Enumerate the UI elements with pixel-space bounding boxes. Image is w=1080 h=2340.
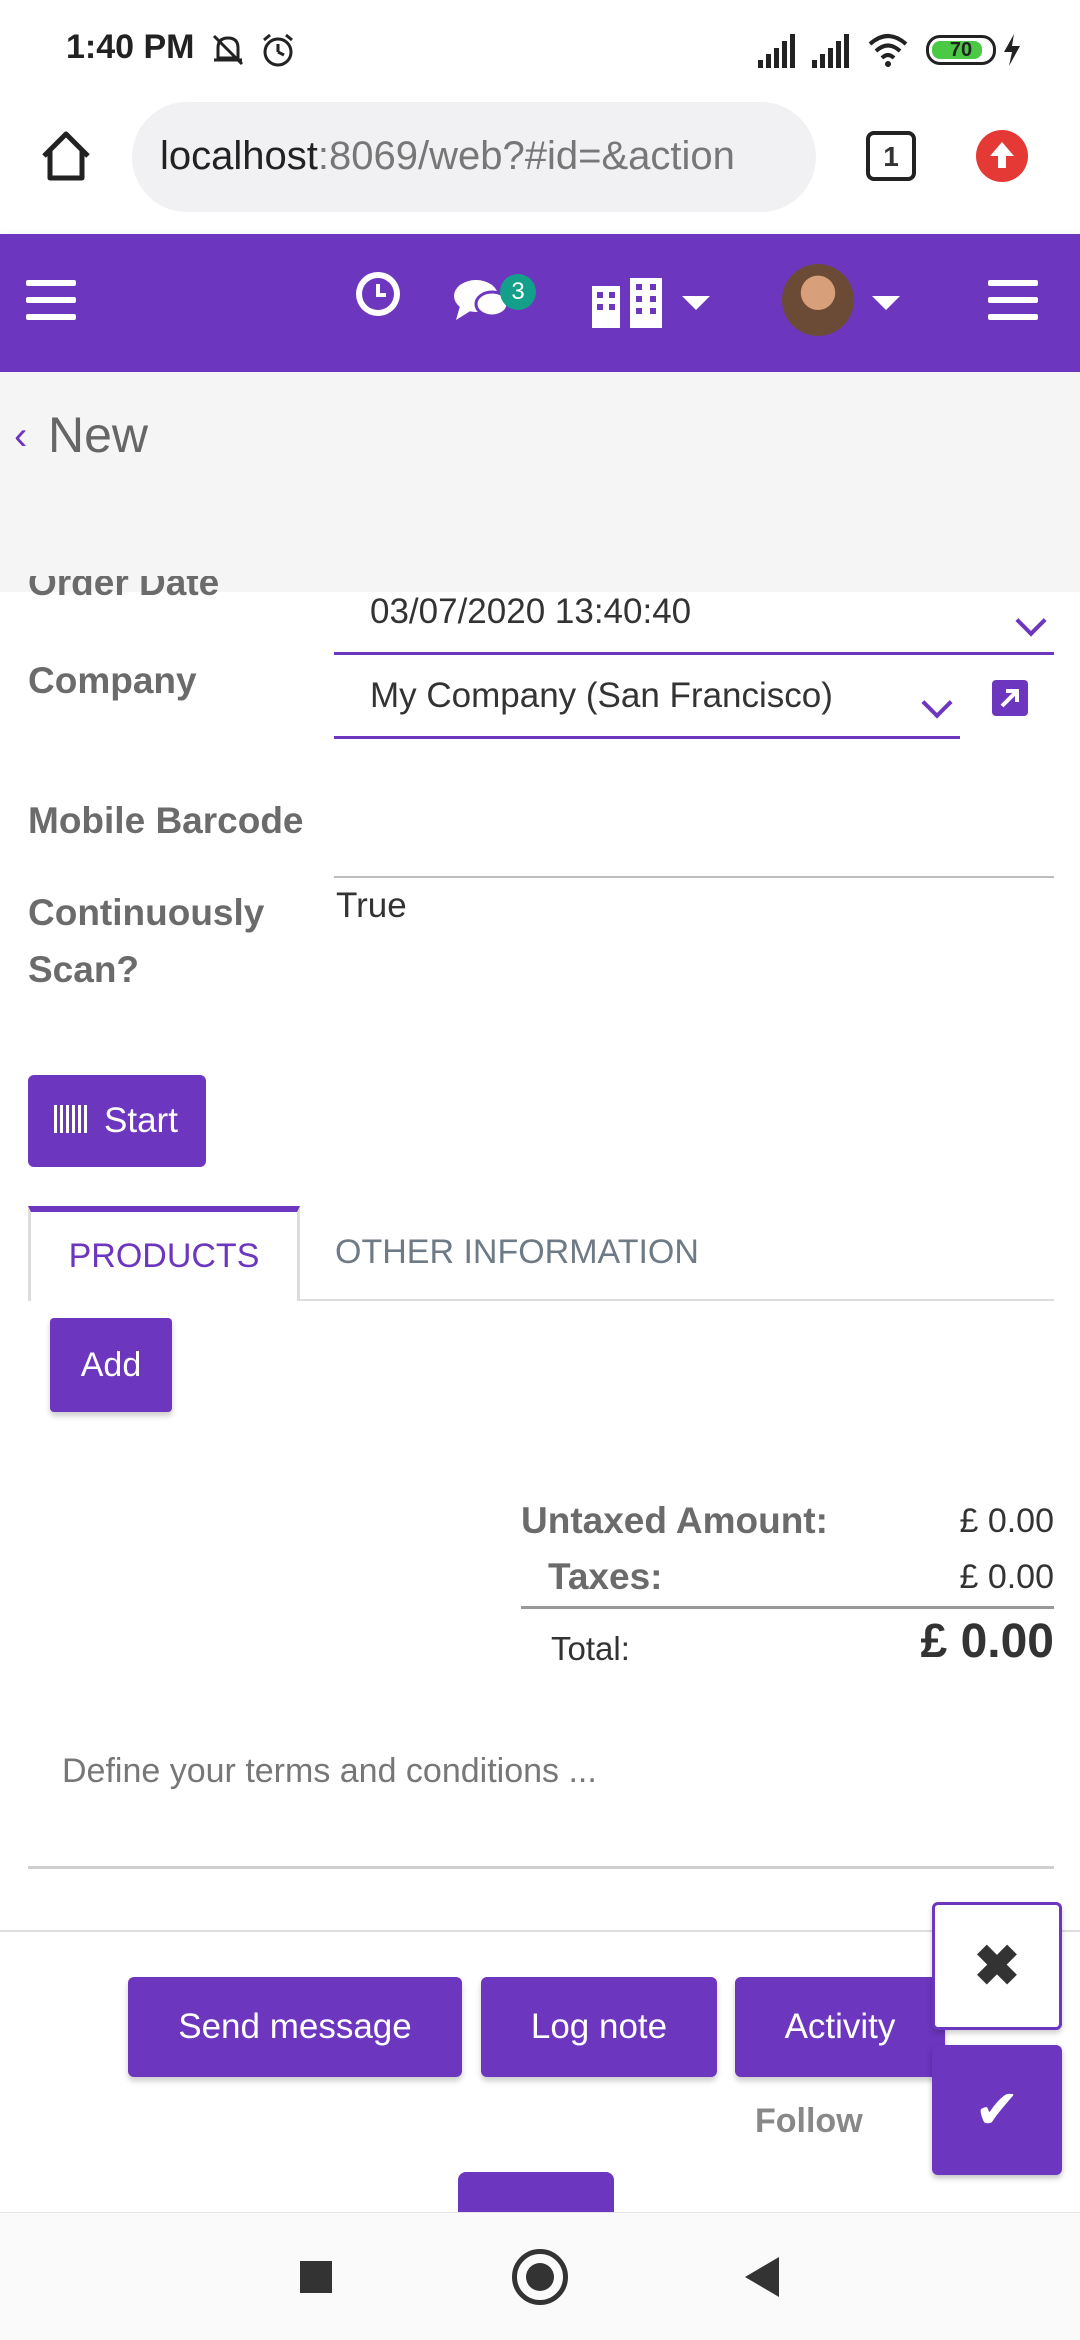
battery-icon: 70: [926, 35, 996, 65]
continuously-scan-value: True: [336, 886, 407, 925]
add-line-button[interactable]: Add: [50, 1318, 172, 1412]
order-date-label-text: Order Date: [28, 576, 220, 603]
total-value: £ 0.00: [920, 1615, 1054, 1668]
start-label: Start: [104, 1101, 178, 1140]
start-scan-button[interactable]: Start: [28, 1075, 206, 1167]
alarm-icon: [263, 33, 293, 67]
tab-products[interactable]: PRODUCTS: [28, 1206, 300, 1301]
save-button[interactable]: ✔: [932, 2045, 1062, 2175]
wifi-icon: [868, 34, 908, 67]
back-icon[interactable]: [745, 2257, 779, 2297]
company-dropdown-icon[interactable]: [921, 687, 953, 719]
tab-switcher-button[interactable]: 1: [866, 131, 916, 181]
continuously-scan-label: Continuously Scan?: [28, 884, 264, 998]
barcode-icon: [54, 1105, 90, 1133]
url-host: localhost: [160, 134, 318, 178]
home-dot: [526, 2263, 554, 2291]
update-icon[interactable]: [976, 130, 1028, 182]
taxes-label: Taxes:: [548, 1556, 663, 1597]
untaxed-amount-value: £ 0.00: [959, 1502, 1054, 1540]
order-date-label: Order Date: [28, 576, 219, 612]
company-field[interactable]: My Company (San Francisco): [370, 676, 833, 716]
arrow-up-icon: [990, 142, 1014, 168]
mobile-barcode-label: Mobile Barcode: [28, 800, 304, 841]
recent-apps-icon[interactable]: [300, 2261, 332, 2293]
company-underline: [334, 736, 960, 739]
continuously-scan-label-line1: Continuously: [28, 892, 265, 933]
menu-icon[interactable]: [988, 280, 1038, 320]
external-link-icon[interactable]: [992, 680, 1028, 716]
control-panel: ‹ New: [0, 372, 1080, 592]
apps-menu-icon[interactable]: [26, 280, 76, 320]
partial-button[interactable]: [458, 2172, 614, 2212]
chevron-down-icon[interactable]: [682, 296, 710, 310]
status-time: 1:40 PM: [66, 28, 195, 66]
home-icon[interactable]: [38, 128, 94, 184]
mobile-barcode-input[interactable]: [334, 876, 1054, 878]
order-date-underline: [334, 652, 1054, 655]
breadcrumb-title: New: [48, 407, 149, 463]
company-label: Company: [28, 660, 197, 701]
totals-divider: [521, 1606, 1054, 1609]
terms-divider: [28, 1866, 1054, 1869]
user-avatar[interactable]: [782, 264, 854, 336]
status-bar: 1:40 PM 70: [0, 0, 1080, 100]
user-menu-chevron-icon[interactable]: [872, 296, 900, 310]
home-button-icon[interactable]: [512, 2249, 568, 2305]
company-switcher-icon[interactable]: [590, 276, 664, 330]
total-label: Total:: [551, 1630, 630, 1667]
address-bar[interactable]: localhost:8069/web?#id=&action: [132, 102, 816, 212]
discard-button[interactable]: ✖: [932, 1902, 1062, 2030]
order-date-value[interactable]: 03/07/2020 13:40:40: [370, 592, 691, 632]
arrow-external-icon: [1000, 689, 1019, 708]
activity-button[interactable]: Activity: [735, 1977, 945, 2077]
charging-icon: [1004, 34, 1020, 66]
tab-other-information[interactable]: OTHER INFORMATION: [335, 1206, 699, 1298]
battery-level: 70: [949, 39, 973, 61]
signal-icon: [758, 34, 795, 68]
untaxed-amount-label: Untaxed Amount:: [521, 1500, 828, 1541]
terms-conditions-input[interactable]: Define your terms and conditions ...: [62, 1752, 597, 1791]
signal-icon-2: [812, 34, 849, 68]
follow-button[interactable]: Follow: [755, 2102, 863, 2141]
message-count-badge: 3: [500, 274, 536, 310]
chatter-divider: [0, 1930, 1080, 1932]
order-date-dropdown-icon[interactable]: [1015, 605, 1047, 637]
url-text: localhost:8069/web?#id=&action: [160, 134, 800, 179]
app-navbar: 3: [0, 234, 1080, 372]
back-chevron-icon[interactable]: ‹: [14, 414, 27, 459]
android-navigation-bar: [0, 2212, 1080, 2340]
log-note-button[interactable]: Log note: [481, 1977, 717, 2077]
mute-icon: [212, 34, 244, 66]
continuously-scan-label-line2: Scan?: [28, 949, 140, 990]
taxes-value: £ 0.00: [959, 1558, 1054, 1596]
send-message-button[interactable]: Send message: [128, 1977, 462, 2077]
activity-clock-icon[interactable]: [352, 268, 404, 320]
url-path: :8069/web?#id=&action: [317, 134, 735, 178]
